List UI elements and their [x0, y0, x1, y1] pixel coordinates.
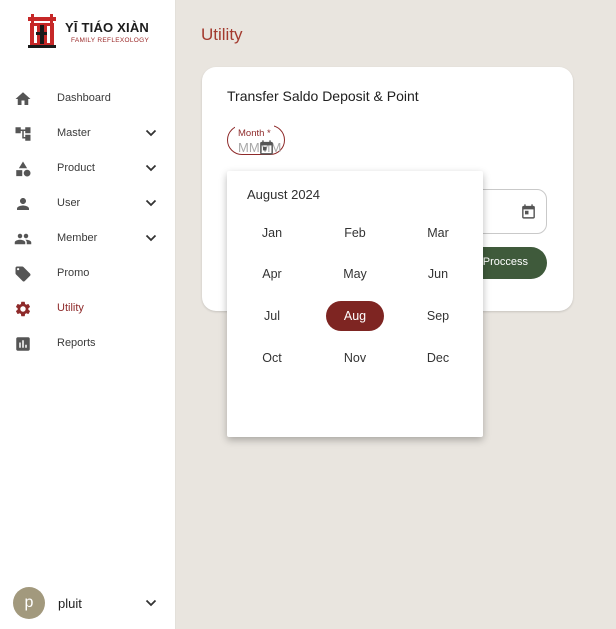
month-option[interactable]: Jan	[243, 218, 301, 248]
month-option[interactable]: Mar	[409, 218, 467, 248]
sidebar-item-label: Master	[57, 127, 91, 139]
bar-chart-icon	[16, 337, 30, 351]
chevron-down-icon	[145, 599, 157, 607]
calendar-icon[interactable]	[258, 139, 275, 156]
hierarchy-icon	[15, 127, 31, 141]
month-input[interactable]	[238, 140, 498, 155]
sidebar-item-utility[interactable]: Utility	[0, 291, 176, 326]
page-title: Utility	[201, 25, 243, 44]
sidebar-item-label: Promo	[57, 267, 90, 279]
user-name: pluit	[58, 596, 82, 611]
month-option[interactable]: Apr	[243, 259, 301, 289]
sidebar-item-promo[interactable]: Promo	[0, 256, 176, 291]
home-icon	[15, 92, 31, 105]
chevron-down-icon	[145, 234, 157, 242]
month-field[interactable]: Month *	[227, 119, 498, 156]
tag-icon	[15, 266, 31, 282]
sidebar-item-product[interactable]: Product	[0, 151, 176, 186]
sidebar-item-label: Reports	[57, 337, 96, 349]
month-option[interactable]: Jun	[409, 259, 467, 289]
month-option[interactable]: Sep	[409, 301, 467, 331]
chevron-down-icon	[145, 199, 157, 207]
sidebar: YĪ TIÁO XIÀN FAMILY REFLEXOLOGY Dashboar…	[0, 0, 176, 629]
sidebar-item-label: Utility	[57, 302, 84, 314]
sidebar-nav: Dashboard Master Product User Member Pro…	[0, 81, 176, 361]
card-title: Transfer Saldo Deposit & Point	[227, 88, 419, 104]
sidebar-item-dashboard[interactable]: Dashboard	[0, 81, 176, 116]
user-menu[interactable]: p pluit	[0, 585, 176, 621]
gear-icon	[15, 301, 31, 317]
picker-header[interactable]: August 2024	[247, 187, 320, 202]
sidebar-item-reports[interactable]: Reports	[0, 326, 176, 361]
sidebar-item-master[interactable]: Master	[0, 116, 176, 151]
person-icon	[17, 198, 29, 210]
month-picker: August 2024 Jan Feb Mar Apr May Jun Jul …	[227, 171, 483, 437]
brand-name: YĪ TIÁO XIÀN	[65, 20, 150, 35]
sidebar-item-label: Member	[57, 232, 98, 244]
chevron-down-icon	[145, 164, 157, 172]
month-option[interactable]: May	[326, 259, 384, 289]
month-option[interactable]: Oct	[243, 343, 301, 373]
sidebar-item-member[interactable]: Member	[0, 221, 176, 256]
group-icon	[14, 233, 32, 245]
chevron-down-icon	[145, 129, 157, 137]
brand-logo[interactable]: YĪ TIÁO XIÀN FAMILY REFLEXOLOGY	[27, 14, 152, 50]
month-option[interactable]: Dec	[409, 343, 467, 373]
month-option-selected[interactable]: Aug	[326, 301, 384, 331]
brand-tagline: FAMILY REFLEXOLOGY	[71, 37, 150, 44]
month-option[interactable]: Nov	[326, 343, 384, 373]
sidebar-item-label: User	[57, 197, 81, 209]
month-option[interactable]: Feb	[326, 218, 384, 248]
month-option[interactable]: Jul	[243, 301, 301, 331]
sidebar-item-label: Dashboard	[57, 92, 111, 104]
brand-logo-mark	[28, 14, 56, 48]
calendar-icon[interactable]	[520, 203, 537, 220]
sidebar-item-user[interactable]: User	[0, 186, 176, 221]
shapes-icon	[16, 161, 31, 177]
sidebar-item-label: Product	[57, 162, 95, 174]
avatar: p	[13, 587, 45, 619]
